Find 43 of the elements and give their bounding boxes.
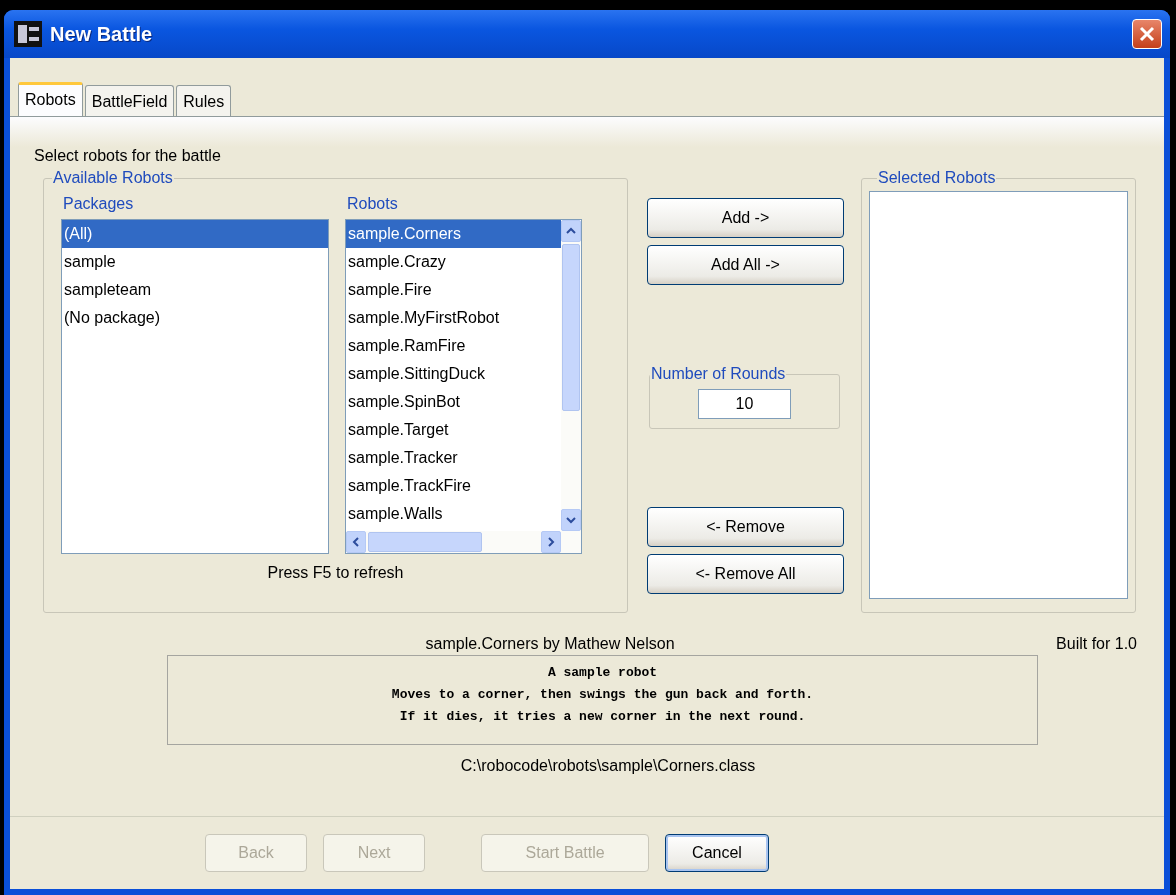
remove-button[interactable]: <- Remove [647, 507, 844, 547]
package-item[interactable]: (No package) [62, 304, 328, 332]
add-button[interactable]: Add All -> [647, 245, 844, 285]
robot-item[interactable]: sample.Tracker [346, 444, 561, 472]
refresh-hint: Press F5 to refresh [267, 564, 404, 582]
description-line: If it dies, it tries a new corner in the next round. [398, 708, 807, 726]
column-heading: Packages [63, 195, 134, 214]
tab[interactable]: BattleField [84, 85, 175, 116]
package-item[interactable]: sample [62, 248, 328, 276]
group-title: Selected Robots [877, 169, 997, 187]
built-for-text: Built for 1.0 [1056, 635, 1137, 653]
package-item[interactable]: sampleteam [62, 276, 328, 304]
app-icon [14, 21, 42, 47]
instruction-text: Select robots for the battle [34, 147, 221, 165]
footer-button[interactable]: Cancel [665, 834, 769, 872]
robot-item[interactable]: sample.Fire [346, 276, 561, 304]
tab[interactable]: Robots [18, 82, 83, 116]
robot-author: sample.Corners by Mathew Nelson [424, 635, 676, 653]
group-title: Number of Rounds [650, 365, 787, 383]
robot-item[interactable]: sample.RamFire [346, 332, 561, 360]
horizontal-scrollbar[interactable] [346, 531, 561, 553]
class-path: C:\robocode\robots\sample\Corners.class [460, 757, 756, 774]
column-heading: Robots [347, 195, 398, 214]
robot-item[interactable]: sample.SittingDuck [346, 360, 561, 388]
robot-item[interactable]: sample.MyFirstRobot [346, 304, 561, 332]
package-item[interactable]: (All) [62, 220, 328, 248]
close-icon [1138, 25, 1156, 43]
window-title: New Battle [50, 22, 154, 46]
robot-item[interactable]: sample.Corners [346, 220, 561, 248]
group-title: Available Robots [52, 169, 174, 187]
description-line: Moves to a corner, then swings the gun back and forth. [390, 686, 815, 704]
vertical-scrollbar[interactable] [561, 220, 581, 553]
robot-item[interactable]: sample.TrackFire [346, 472, 561, 500]
rounds-field[interactable]: 10 [698, 389, 791, 419]
remove-button[interactable]: <- Remove All [647, 554, 844, 594]
description-line: A sample robot [546, 664, 659, 682]
robot-item[interactable]: sample.Target [346, 416, 561, 444]
robot-item[interactable]: sample.Crazy [346, 248, 561, 276]
robot-item[interactable]: sample.SpinBot [346, 388, 561, 416]
close-button[interactable] [1132, 19, 1162, 49]
tab[interactable]: Rules [176, 85, 232, 116]
add-button[interactable]: Add -> [647, 198, 844, 238]
robot-item[interactable]: sample.Walls [346, 500, 561, 528]
